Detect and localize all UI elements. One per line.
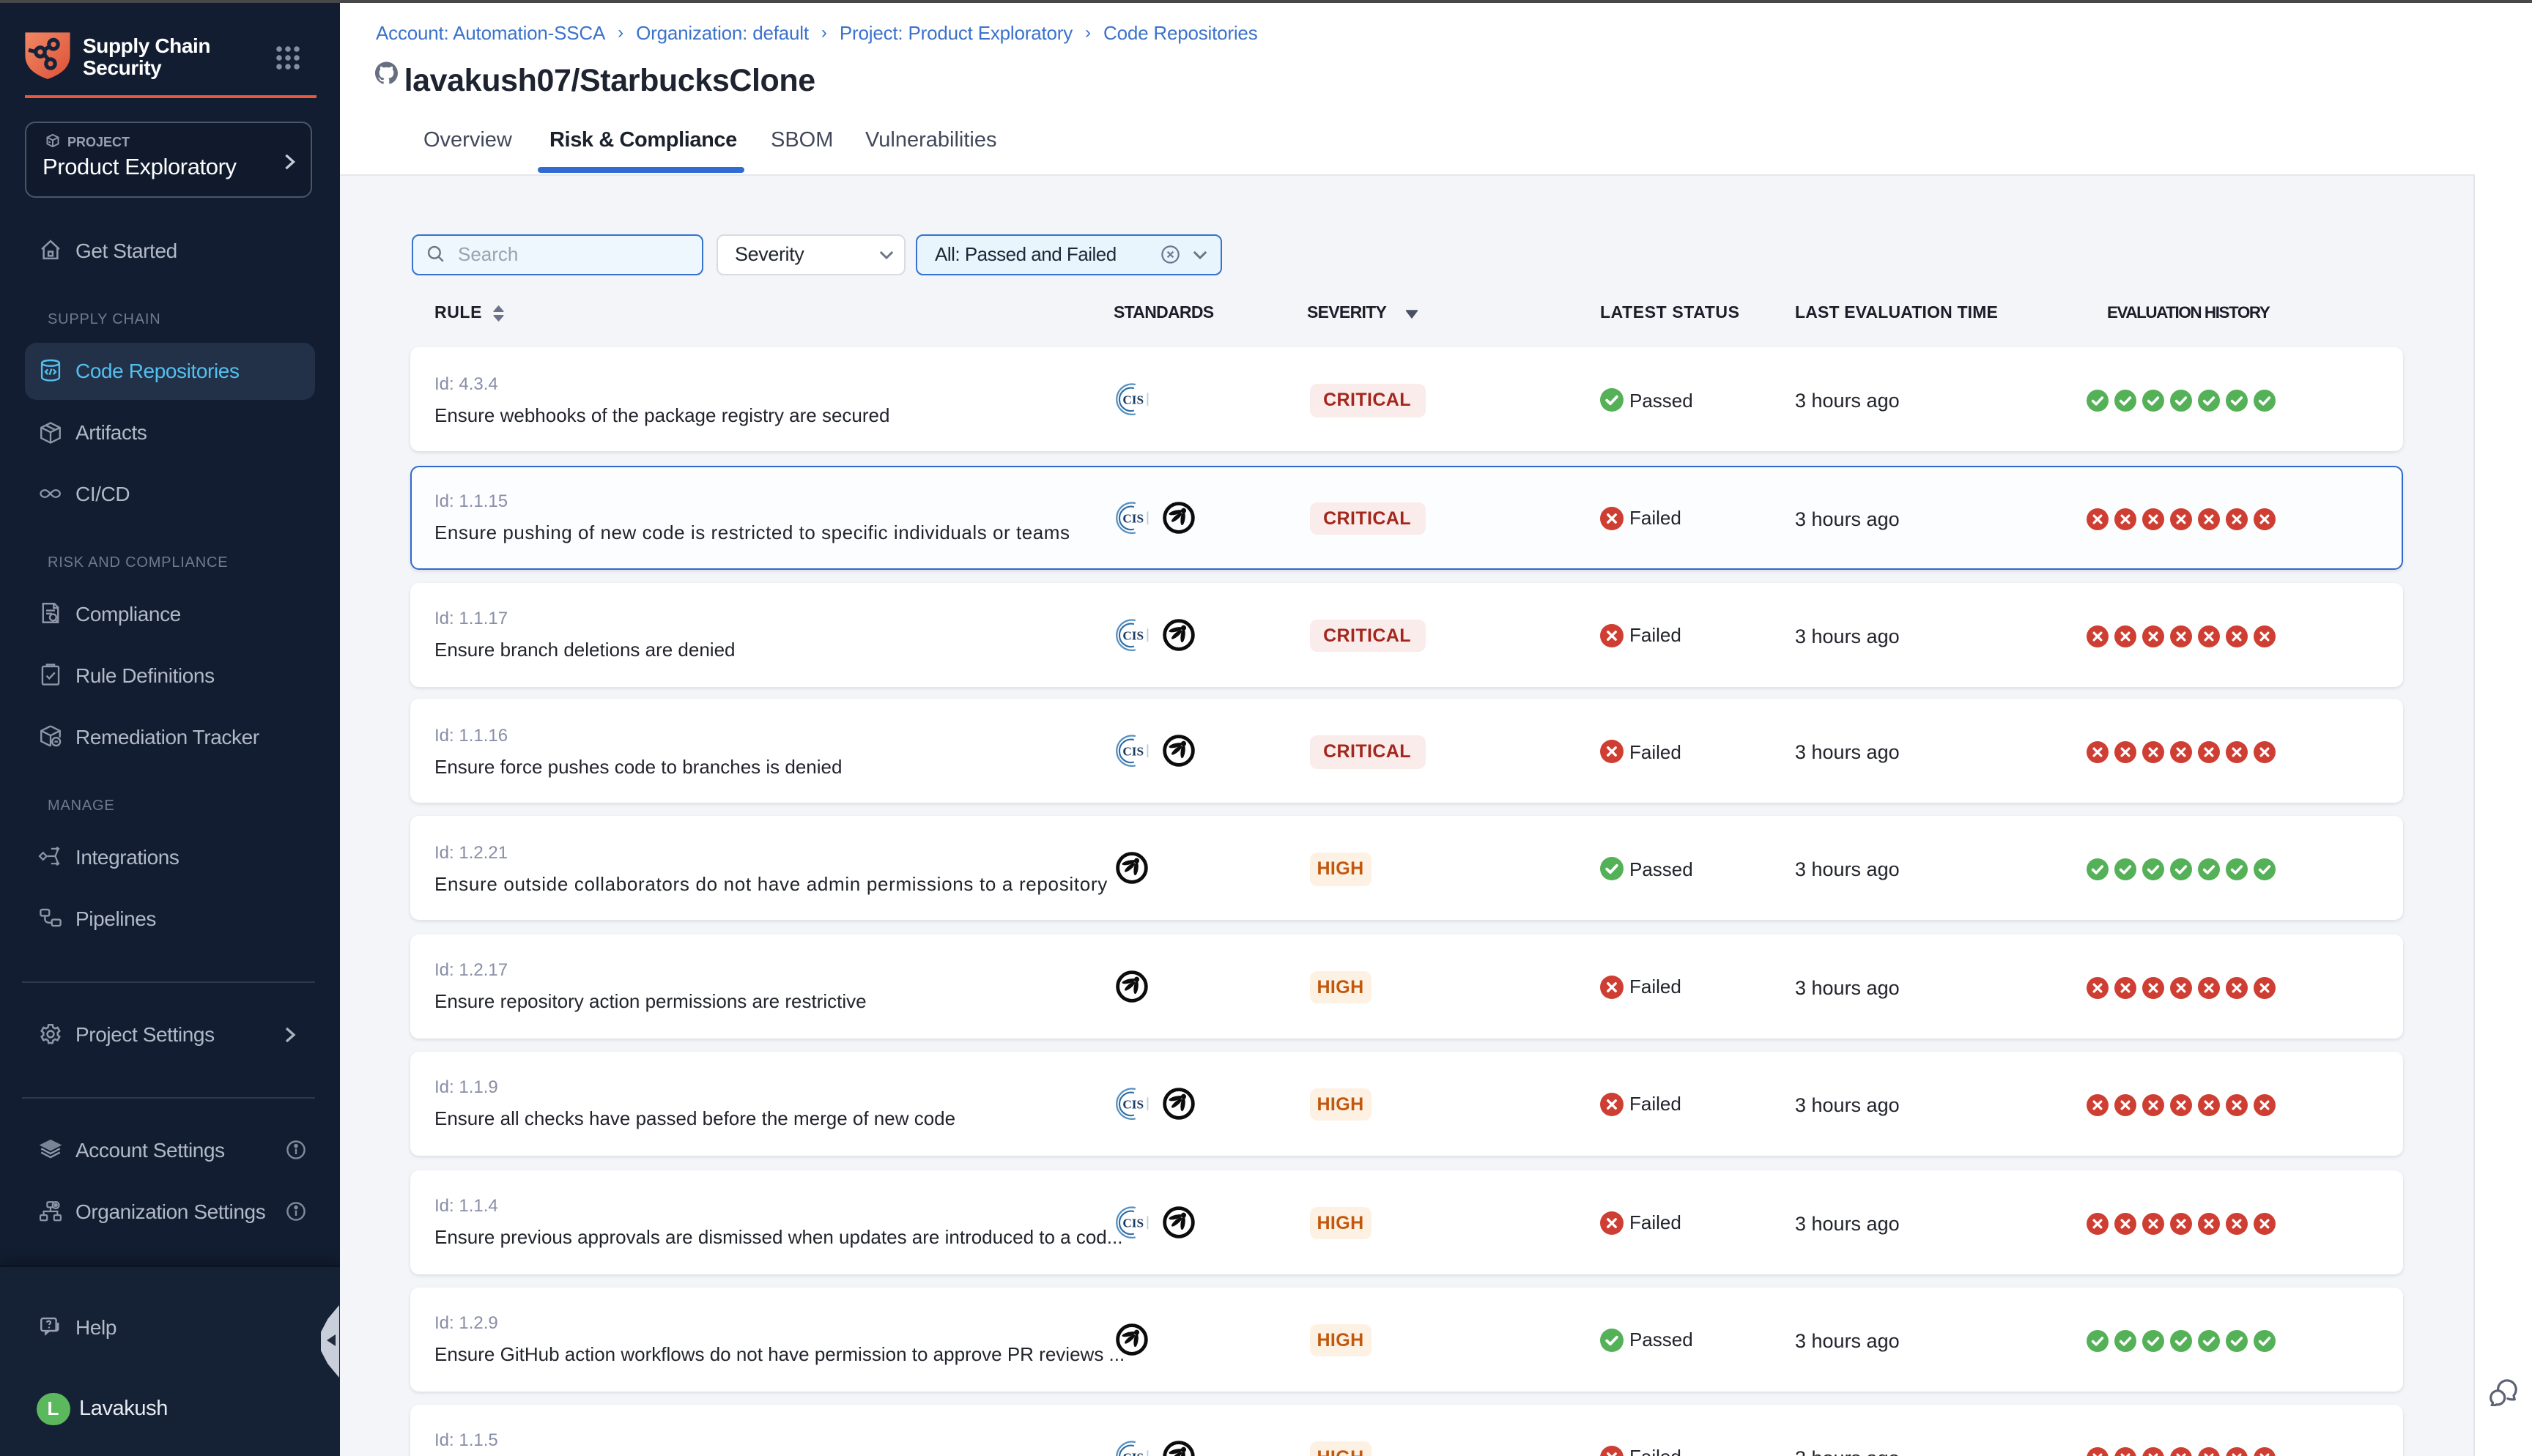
svg-text:CIS: CIS [1122,1216,1143,1230]
svg-text:CIS: CIS [1122,1097,1143,1111]
svg-text:CIS: CIS [1122,1450,1143,1456]
svg-text:CIS: CIS [1122,511,1143,525]
svg-text:CIS: CIS [1122,628,1143,642]
svg-text:CIS: CIS [1122,393,1143,407]
svg-text:CIS: CIS [1122,745,1143,759]
